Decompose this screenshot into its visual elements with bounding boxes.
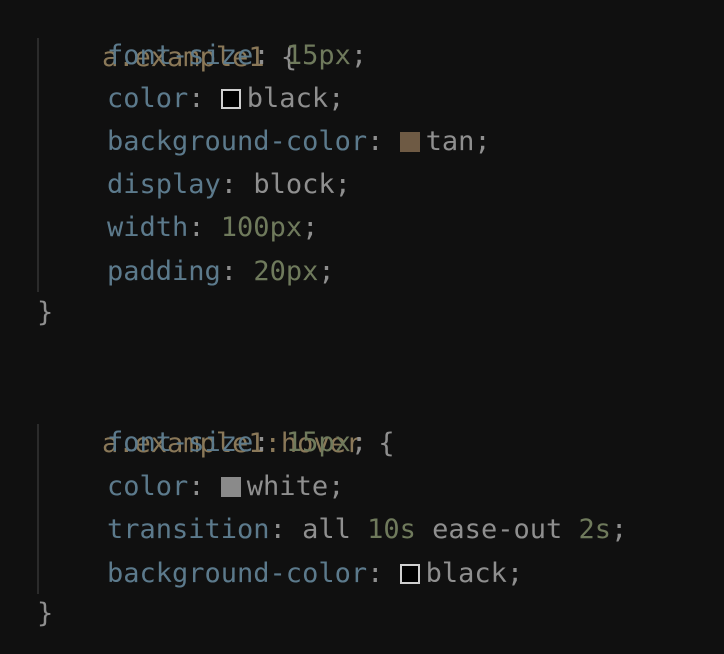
property-name: color [107, 83, 189, 114]
property-name: font-size [107, 40, 254, 71]
property-name: width [107, 212, 189, 243]
property-value: block [253, 169, 335, 200]
rule-2-decl-background-color: background-color: black; [107, 558, 524, 589]
color-swatch-icon[interactable] [399, 132, 420, 152]
property-value: black [425, 558, 507, 589]
property-name: display [107, 169, 221, 200]
rule-1-decl-width: width: 100px; [107, 212, 319, 243]
property-value: 100px [220, 212, 303, 243]
rule-1-decl-color: color: black; [107, 83, 345, 114]
color-swatch-icon[interactable] [220, 89, 241, 109]
property-name: font-size [107, 427, 254, 458]
rule-1-close-brace: } [37, 297, 54, 328]
color-swatch-icon[interactable] [220, 477, 241, 497]
rule-2-header-line: a.example1:hover { [37, 378, 395, 459]
property-value: ease-out [432, 514, 563, 545]
color-swatch-icon[interactable] [399, 564, 420, 584]
rule-1-header-line: a.example1 { [37, 0, 297, 73]
property-name: background-color [107, 558, 368, 589]
rule-2-decl-font-size: font-size: 15px; [107, 427, 368, 458]
rule-1-decl-font-size: font-size: 15px; [107, 40, 368, 71]
property-value: 15px [285, 40, 351, 71]
property-value: tan [425, 126, 475, 157]
property-value: black [246, 83, 329, 114]
rule-1-indent-guide [37, 38, 39, 292]
property-value: 10s [367, 514, 416, 545]
property-name: transition [107, 514, 270, 545]
property-value: all [302, 514, 351, 545]
property-value: white [246, 471, 329, 502]
rule-1-decl-display: display: block; [107, 169, 351, 200]
rule-1-close-line: } [37, 291, 53, 335]
rule-1-decl-background-color: background-color: tan; [107, 126, 491, 157]
property-value: 15px [285, 427, 351, 458]
rule-2-decl-transition: transition: all 10s ease-out 2s; [107, 514, 628, 545]
property-name: padding [107, 256, 221, 287]
code-editor[interactable]: a.example1 { font-size: 15px; color: bla… [0, 0, 724, 654]
property-name: background-color [107, 126, 368, 157]
rule-2-open-brace: { [378, 428, 395, 459]
property-value: 2s [578, 514, 611, 545]
rule-1-decl-padding: padding: 20px; [107, 256, 335, 287]
rule-2-indent-guide [37, 424, 39, 594]
rule-2-close-line: } [37, 592, 53, 636]
rule-2-decl-color: color: white; [107, 471, 345, 502]
property-value: 20px [253, 256, 319, 287]
property-name: color [107, 471, 189, 502]
rule-2-close-brace: } [37, 598, 54, 629]
